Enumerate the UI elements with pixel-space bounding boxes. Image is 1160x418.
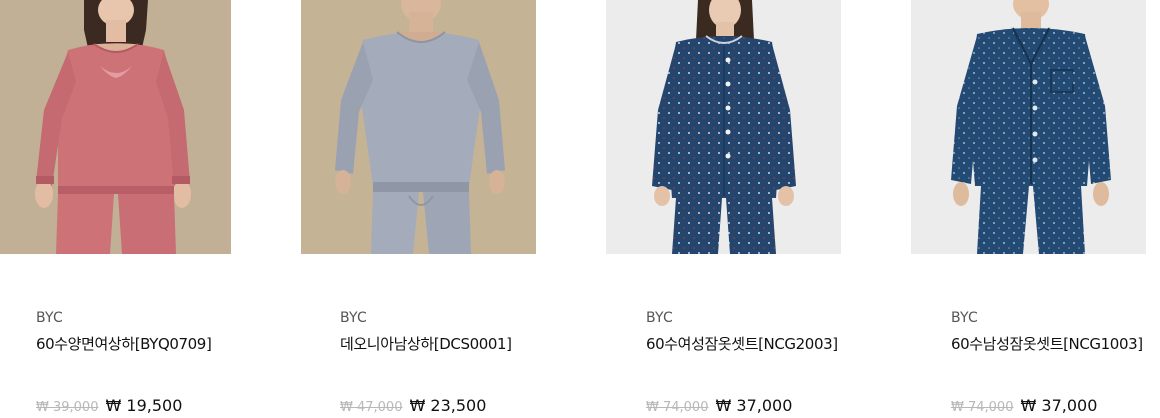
woman-pink-thermal-set-photo: [0, 0, 231, 254]
brand-label: BYC: [340, 310, 368, 326]
product-grid: BYC 60수양면여상하[BYQ0709] ₩ 39,000 ₩ 19,500: [0, 0, 1160, 418]
product-name[interactable]: 데오니아남상하[DCS0001]: [340, 333, 512, 354]
original-price: ₩ 39,000: [36, 400, 99, 415]
product-name[interactable]: 60수남성잠옷셋트[NCG1003]: [951, 333, 1143, 354]
product-image[interactable]: [301, 0, 536, 254]
product-name[interactable]: 60수여성잠옷셋트[NCG2003]: [646, 333, 838, 354]
sale-price: ₩ 23,500: [409, 396, 487, 415]
price-row: ₩ 74,000 ₩ 37,000: [646, 396, 792, 415]
sale-price: ₩ 37,000: [1020, 396, 1098, 415]
product-card[interactable]: BYC 60수양면여상하[BYQ0709] ₩ 39,000 ₩ 19,500: [0, 0, 231, 418]
product-card[interactable]: BYC 60수여성잠옷셋트[NCG2003] ₩ 74,000 ₩ 37,000: [606, 0, 841, 418]
man-grey-thermal-set-photo: [301, 0, 536, 254]
woman-navy-dot-pajamas-photo: [606, 0, 841, 254]
product-card[interactable]: BYC 60수남성잠옷셋트[NCG1003] ₩ 74,000 ₩ 37,000: [911, 0, 1146, 418]
price-row: ₩ 39,000 ₩ 19,500: [36, 396, 182, 415]
product-image[interactable]: [606, 0, 841, 254]
original-price: ₩ 74,000: [951, 400, 1014, 415]
product-card[interactable]: BYC 데오니아남상하[DCS0001] ₩ 47,000 ₩ 23,500: [301, 0, 536, 418]
brand-label: BYC: [951, 310, 979, 326]
original-price: ₩ 47,000: [340, 400, 403, 415]
product-name[interactable]: 60수양면여상하[BYQ0709]: [36, 333, 212, 354]
product-image[interactable]: [0, 0, 231, 254]
price-row: ₩ 74,000 ₩ 37,000: [951, 396, 1097, 415]
original-price: ₩ 74,000: [646, 400, 709, 415]
brand-label: BYC: [646, 310, 674, 326]
product-image[interactable]: [911, 0, 1146, 254]
sale-price: ₩ 19,500: [105, 396, 183, 415]
man-navy-dot-pajamas-photo: [911, 0, 1146, 254]
brand-label: BYC: [36, 310, 64, 326]
price-row: ₩ 47,000 ₩ 23,500: [340, 396, 486, 415]
sale-price: ₩ 37,000: [715, 396, 793, 415]
